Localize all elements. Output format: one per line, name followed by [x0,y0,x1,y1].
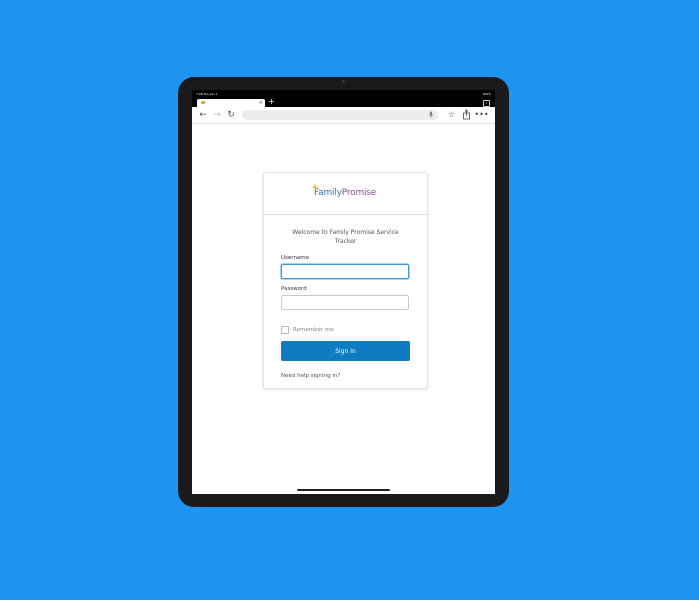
status-battery: 100% [482,92,491,96]
star-icon[interactable]: ☆ [444,107,459,123]
browser-tab[interactable]: × [197,99,265,107]
reload-icon[interactable]: ↻ [224,107,238,123]
home-indicator [297,489,390,491]
tablet-frame: 7:08 Tue Jun 1 100% × + 1 ← → ↻ ☆ ••• Fa… [178,77,509,507]
logo-promise-text: Promise [341,188,377,198]
address-bar[interactable] [242,110,438,120]
password-input[interactable] [281,295,409,310]
remember-checkbox[interactable] [281,326,289,334]
welcome-heading: Welcome to Family Promise Service Tracke… [292,229,399,245]
sign-in-button[interactable]: Sign In [281,341,410,361]
share-icon[interactable] [459,107,474,123]
help-link[interactable]: Need help signing in? [281,373,340,379]
family-promise-logo: FamilyPromise [311,183,377,198]
more-icon[interactable]: ••• [474,107,489,123]
username-label: Username [281,255,310,261]
login-card: FamilyPromise Welcome to Family Promise … [263,172,428,389]
camera [342,80,345,83]
password-label: Password [281,286,307,292]
forward-icon[interactable]: → [210,107,224,123]
new-tab-button[interactable]: + [268,97,275,107]
remember-label: Remember me [293,327,334,333]
microphone-icon[interactable] [428,111,434,119]
star-logo-icon [311,183,319,191]
back-icon[interactable]: ← [196,107,210,123]
tab-strip: × + 1 [192,97,495,107]
username-input[interactable] [281,264,409,279]
card-header: FamilyPromise [264,173,427,215]
remember-me[interactable]: Remember me [281,326,334,334]
tab-switcher-button[interactable]: 1 [483,100,490,107]
screen: 7:08 Tue Jun 1 100% × + 1 ← → ↻ ☆ ••• Fa… [192,90,495,494]
status-bar: 7:08 Tue Jun 1 100% [192,90,495,98]
status-time: 7:08 Tue Jun 1 [196,92,218,96]
tab-close-icon[interactable]: × [259,99,263,107]
favicon-icon [201,101,205,104]
browser-toolbar: ← → ↻ ☆ ••• [192,107,495,124]
